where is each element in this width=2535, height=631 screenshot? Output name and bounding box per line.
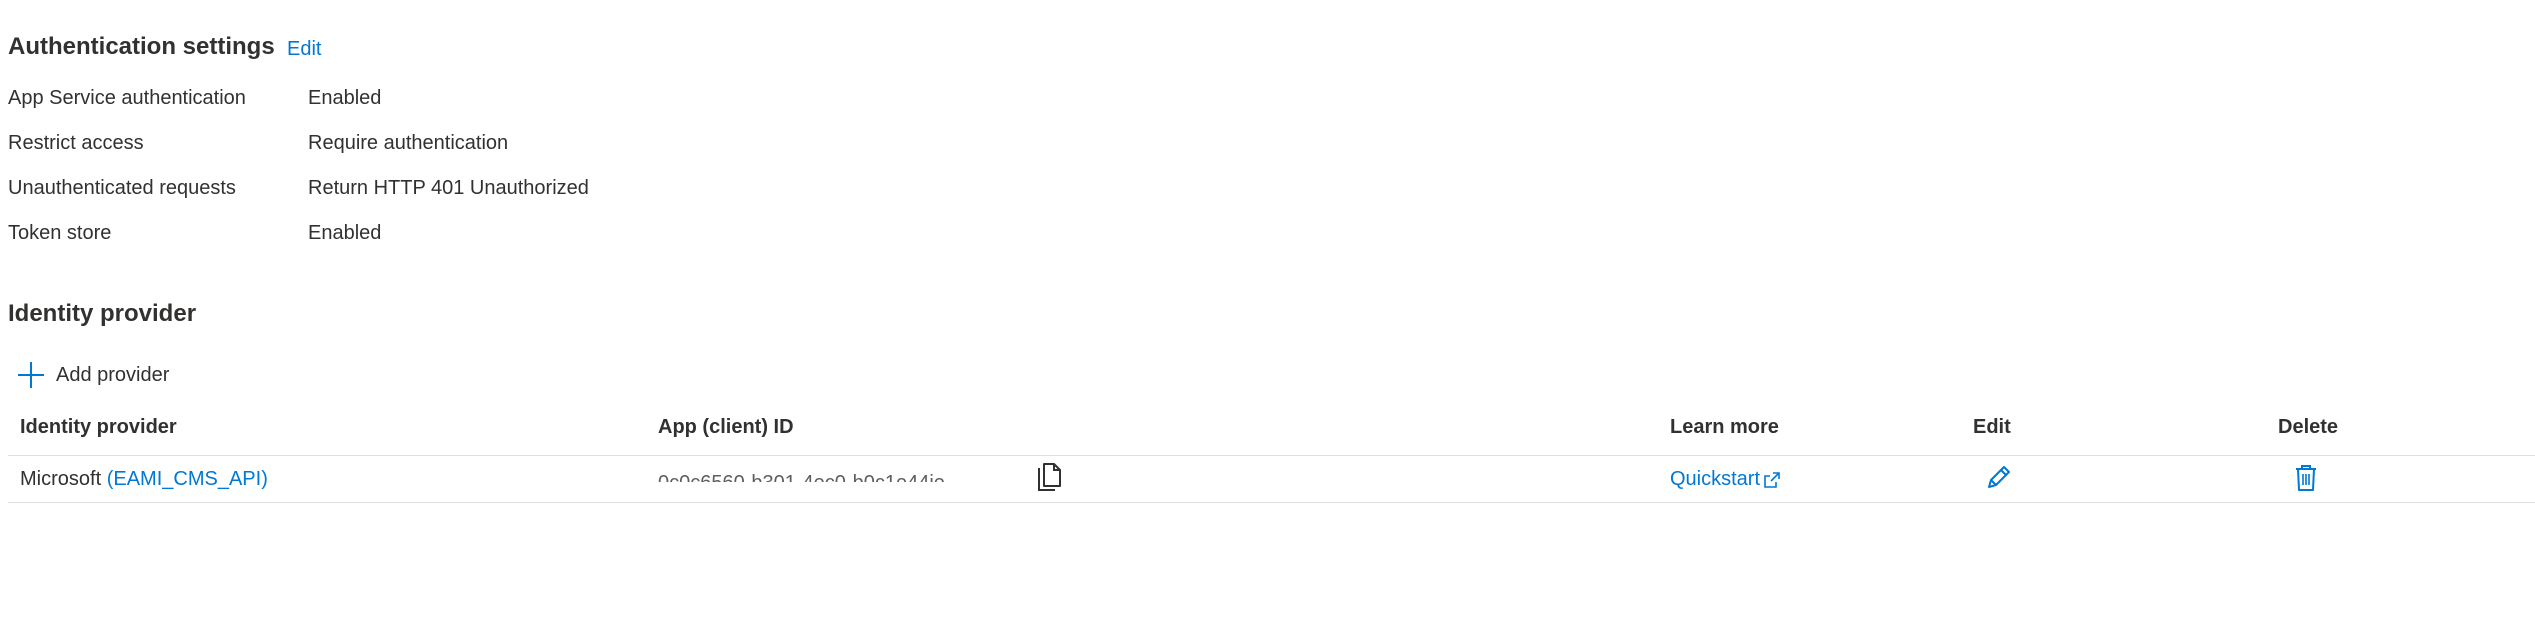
provider-name: Microsoft [20,468,102,490]
add-provider-button[interactable]: Add provider [18,360,169,390]
app-client-id-value: 0c0c6560-b301-4ec0-b0c1e44ie [658,468,945,482]
quickstart-link[interactable]: Quickstart [1670,468,1780,491]
auth-settings-title: Authentication settings [8,33,275,60]
identity-provider-title: Identity provider [8,300,197,327]
setting-label-unauthenticated-requests: Unauthenticated requests [8,177,236,199]
setting-value-app-service-auth: Enabled [308,87,382,109]
auth-settings-edit-link[interactable]: Edit [287,38,321,61]
setting-label-restrict-access: Restrict access [8,132,144,154]
setting-value-token-store: Enabled [308,222,382,244]
table-divider-bottom [8,502,2535,503]
setting-label-token-store: Token store [8,222,112,244]
quickstart-label: Quickstart [1670,468,1761,490]
provider-cell: Microsoft (EAMI_CMS_API) [20,468,268,491]
column-header-app-client-id: App (client) ID [658,416,794,438]
setting-value-unauthenticated-requests: Return HTTP 401 Unauthorized [308,177,589,199]
add-provider-label: Add provider [56,363,170,386]
copy-icon[interactable] [1035,462,1063,494]
trash-icon[interactable] [2294,464,2318,492]
column-header-edit: Edit [1973,416,2011,438]
provider-app-link[interactable]: (EAMI_CMS_API) [107,468,268,490]
setting-value-restrict-access: Require authentication [308,132,509,154]
plus-icon [18,362,44,388]
column-header-delete: Delete [2278,416,2339,438]
pencil-icon[interactable] [1986,464,2012,490]
provider-app-name: EAMI_CMS_API [113,468,262,490]
column-header-learn-more: Learn more [1670,416,1779,438]
setting-label-app-service-auth: App Service authentication [8,87,246,109]
external-link-icon [1764,471,1780,488]
column-header-identity-provider: Identity provider [20,416,177,438]
table-divider-top [8,455,2535,456]
